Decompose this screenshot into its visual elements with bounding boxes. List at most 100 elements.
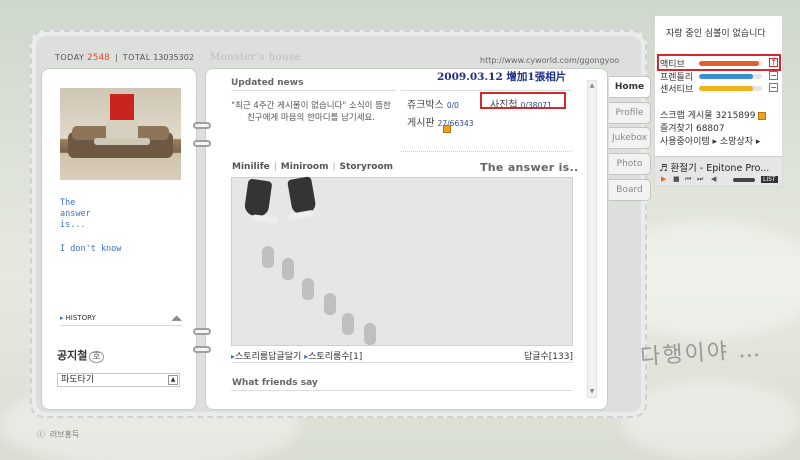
footprint-shape xyxy=(302,278,314,300)
profile-text-line: is... xyxy=(60,220,86,230)
tab-minilife[interactable]: Minilife xyxy=(232,162,270,172)
stat-label: 쥬크박스 xyxy=(407,100,444,111)
stop-icon[interactable]: ■ xyxy=(673,175,680,183)
minus-icon[interactable]: − xyxy=(769,71,778,80)
tab-storyroom[interactable]: Storyroom xyxy=(340,162,393,172)
next-icon[interactable]: ⏭ xyxy=(697,175,703,184)
tab-board[interactable]: Board xyxy=(609,179,651,201)
active-bar-fill xyxy=(699,61,759,66)
copyright-text: ⓒ 러브홍득 xyxy=(37,430,80,439)
sneaker-sole-shape xyxy=(251,214,279,224)
stat-label: 게시판 xyxy=(407,118,435,129)
red-box-head-shape xyxy=(110,94,134,120)
reply-count: 답글수[133] xyxy=(523,352,573,362)
friendly-bar xyxy=(699,74,762,79)
total-value: 13035302 xyxy=(153,53,194,62)
divider xyxy=(231,390,573,391)
arrow-up-icon[interactable]: ↑ xyxy=(769,58,778,67)
footprint-shape xyxy=(324,293,336,315)
cloud xyxy=(620,380,800,460)
binder-ring xyxy=(193,140,211,147)
sneaker-shape xyxy=(243,178,273,218)
notice-heading[interactable]: 공지철 호 xyxy=(57,347,104,363)
scrap-count: 스크랩 게시물 3215899 xyxy=(660,108,767,121)
handwritten-signature: 다행이야 … xyxy=(639,336,763,371)
divider xyxy=(401,151,572,152)
total-label: TOTAL xyxy=(122,53,151,62)
wave-select[interactable]: 파도타기 ▲ xyxy=(57,373,180,387)
story-bar: ▸스토리룸답글달기 ▸스토리룸수[1] 답글수[133] xyxy=(231,349,573,362)
annotation-text: 2009.03.12 增加1張相片 xyxy=(437,71,567,83)
scroll-down-icon[interactable]: ▼ xyxy=(588,387,596,397)
volume-slider[interactable] xyxy=(733,178,755,182)
favorite-count: 즐겨찾기 68807 xyxy=(660,124,725,134)
updated-news-message: "최근 4주간 게시물이 없습니다" 소식이 뜸한 친구에게 마음의 한마디를 … xyxy=(231,101,391,123)
today-label: TODAY xyxy=(55,53,85,62)
new-badge-icon xyxy=(443,125,451,133)
select-value: 파도타기 xyxy=(61,375,95,385)
footprint-shape xyxy=(262,246,274,268)
today-value: 2548 xyxy=(87,53,110,63)
list-button[interactable]: LIST xyxy=(761,176,778,183)
homepage-url[interactable]: http://www.cyworld.com/ggongyoo xyxy=(480,56,619,65)
tab-photo[interactable]: Photo xyxy=(609,153,651,175)
profile-text-2: I don't know xyxy=(60,244,122,254)
profile-text-line: answer xyxy=(60,209,91,219)
tab-miniroom[interactable]: Miniroom xyxy=(281,162,329,172)
stat-jukebox[interactable]: 쥬크박스 0/0 xyxy=(407,96,459,111)
tab-home[interactable]: Home xyxy=(609,76,651,98)
triangle-right-icon: ▸ xyxy=(60,314,64,322)
homepage-title: Monster's house xyxy=(210,52,302,63)
person-body-shape xyxy=(106,118,138,140)
scrap-text: 스크랩 게시물 3215899 xyxy=(660,111,756,121)
widget-row-sensitive: 센서티브 xyxy=(660,85,694,95)
miniroom-image[interactable] xyxy=(231,176,573,346)
items-link[interactable]: 사용중아이템 ▸ 소망상자 ▸ xyxy=(660,134,760,147)
speaker-icon[interactable]: ◀ xyxy=(711,175,716,183)
friendly-bar-fill xyxy=(699,74,753,79)
story-count: [1] xyxy=(349,352,363,362)
friends-say-heading: What friends say xyxy=(232,378,318,388)
scroll-up-icon[interactable]: ▲ xyxy=(588,81,596,91)
stat-value: 0/0 xyxy=(446,101,459,110)
history-label: HISTORY xyxy=(65,314,96,322)
leg-shape xyxy=(120,138,150,145)
sensitive-bar xyxy=(699,86,762,91)
binder-ring xyxy=(193,328,211,335)
chevron-up-icon[interactable]: ▲ xyxy=(168,375,178,385)
widget-row-active: 액티브 xyxy=(660,60,685,70)
highlight-box xyxy=(480,92,566,109)
divider xyxy=(401,90,572,91)
tab-jukebox[interactable]: Jukebox xyxy=(609,127,651,149)
story-count-link[interactable]: 스토리룸수 xyxy=(308,352,349,362)
binder-ring xyxy=(193,346,211,353)
footprint-shape xyxy=(342,313,354,335)
prev-icon[interactable]: ⏮ xyxy=(685,175,691,184)
tab-profile[interactable]: Profile xyxy=(609,102,651,124)
history-link[interactable]: ▸ HISTORY ◢◣ xyxy=(60,314,182,326)
mini-tabs: Minilife | Miniroom | Storyroom xyxy=(232,162,394,172)
story-reply-link[interactable]: 스토리룸답글달기 xyxy=(235,352,301,362)
visitor-counter: TODAY 2548 | TOTAL 13035302 xyxy=(55,53,194,63)
notice-badge: 호 xyxy=(89,351,104,363)
stat-board[interactable]: 게시판 27/66343 xyxy=(407,114,474,129)
minus-icon[interactable]: − xyxy=(769,83,778,92)
divider xyxy=(231,362,573,363)
profile-photo xyxy=(60,88,181,180)
song-title[interactable]: ♬ 환절기 - Epitone Pro... xyxy=(659,160,769,174)
expand-arrows-icon[interactable]: ◢◣ xyxy=(171,314,182,322)
widget-title: 자랑 중인 심볼이 없습니다 xyxy=(666,29,766,39)
binder-ring xyxy=(193,122,211,129)
active-bar xyxy=(699,61,762,66)
updated-news-heading: Updated news xyxy=(231,78,304,88)
new-badge-icon xyxy=(758,111,767,120)
footprint-shape xyxy=(282,258,294,280)
scrollbar[interactable]: ▲ ▼ xyxy=(587,80,597,398)
play-icon[interactable]: ▶ xyxy=(661,175,666,183)
divider xyxy=(231,90,396,91)
notice-label: 공지철 xyxy=(57,349,88,362)
sensitive-bar-fill xyxy=(699,86,753,91)
answer-heading: The answer is.. xyxy=(480,161,579,174)
profile-text: The answer is... xyxy=(60,198,91,231)
profile-text-line: The xyxy=(60,198,76,208)
